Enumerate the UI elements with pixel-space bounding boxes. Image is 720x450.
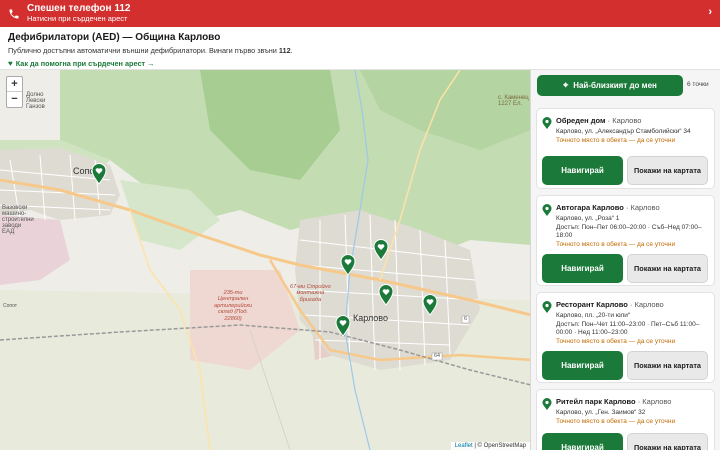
help-link[interactable]: ♥ Как да помогна при сърдечен арест → <box>8 59 712 68</box>
aed-marker[interactable] <box>422 294 438 316</box>
aed-card-details: Карлово, ул. „Александър Стамболийски“ 3… <box>556 128 691 144</box>
show-on-map-button[interactable]: Покажи на картата <box>627 156 708 185</box>
aed-card[interactable]: Ресторант Карлово · Карлово Карлово, пл.… <box>536 292 715 383</box>
chevron-right-icon: › <box>708 6 712 18</box>
phone-icon <box>9 9 19 18</box>
navigate-button[interactable]: Навигирай <box>542 433 623 450</box>
crosshair-icon: ⌖ <box>563 80 569 90</box>
zoom-in-button[interactable]: + <box>7 77 22 92</box>
page-subtitle: Публично достъпни автоматични външни деф… <box>8 46 293 55</box>
map-label-brigade: 67-ми Стройно монтажна бригада <box>290 284 331 303</box>
map-label-factory: Вазовски машино- строителни заводи ЕАД <box>2 205 34 235</box>
aed-card-details: Карлово, пл. „20-ти юли“ Достъп: Пон–Чет… <box>556 312 700 345</box>
aed-marker[interactable] <box>340 254 356 276</box>
aed-marker[interactable] <box>91 163 107 185</box>
leaflet-link[interactable]: Leaflet <box>455 443 473 449</box>
aed-marker[interactable] <box>373 239 389 261</box>
aed-card[interactable]: Ритейл парк Карлово · Карлово Карлово, у… <box>536 389 715 450</box>
emergency-call-banner[interactable]: Спешен телефон 112 Натисни при сърдечен … <box>0 0 720 27</box>
aed-card[interactable]: Автогара Карлово · Карлово Карлово, ул. … <box>536 195 715 286</box>
map-pin-icon <box>542 117 552 129</box>
heart-icon: ♥ <box>8 59 13 68</box>
show-on-map-button[interactable]: Покажи на картата <box>627 433 708 450</box>
navigate-button[interactable]: Навигирай <box>542 351 623 380</box>
aed-card-title: Автогара Карлово · Карлово <box>556 203 660 212</box>
help-link-label: Как да помогна при сърдечен арест → <box>15 59 155 68</box>
aed-card-details: Карлово, ул. „Ген. Заимов“ 32 Точното мя… <box>556 409 676 425</box>
map-label-karlovo: Карлово <box>353 313 388 323</box>
aed-card-title: Ресторант Карлово · Карлово <box>556 300 664 309</box>
aed-card-title: Обреден дом · Карлово <box>556 116 642 125</box>
show-on-map-button[interactable]: Покажи на картата <box>627 351 708 380</box>
map-label-sopot-small: Сопот <box>3 303 18 309</box>
page-title: Дефибрилатори (AED) — Община Карлово <box>8 32 221 43</box>
page-header: Дефибрилатори (AED) — Община Карлово Пуб… <box>0 27 720 70</box>
zoom-control: + − <box>6 76 23 108</box>
map-label-peak: с. Каменец 1227 Ел. <box>498 95 529 107</box>
emergency-subtitle: Натисни при сърдечен арест <box>27 13 128 23</box>
nearest-to-me-button[interactable]: ⌖ Най-близкият до мен <box>537 75 683 96</box>
zoom-out-button[interactable]: − <box>7 92 22 107</box>
road-label-6: 6 <box>464 316 468 322</box>
emergency-title: Спешен телефон 112 <box>27 2 131 14</box>
show-on-map-button[interactable]: Покажи на картата <box>627 254 708 283</box>
map-tiles <box>0 70 530 450</box>
nearest-label: Най-близкият до мен <box>573 81 657 90</box>
navigate-button[interactable]: Навигирай <box>542 254 623 283</box>
map-attribution: Leaflet | © OpenStreetMap <box>450 442 530 450</box>
aed-card[interactable]: Обреден дом · Карлово Карлово, ул. „Алек… <box>536 108 715 189</box>
map-label-village: Долно Левски Ганзов <box>26 92 46 110</box>
osm-attribution[interactable]: | © OpenStreetMap <box>473 443 526 449</box>
road-label-64: 64 <box>434 353 441 359</box>
aed-card-title: Ритейл парк Карлово · Карлово <box>556 397 672 406</box>
map-view[interactable]: Сопот Карлово Долно Левски Ганзов с. Кам… <box>0 70 531 450</box>
aed-marker[interactable] <box>335 315 351 337</box>
aed-marker[interactable] <box>378 284 394 306</box>
map-pin-icon <box>542 301 552 313</box>
points-count: 6 точки <box>687 81 709 88</box>
map-pin-icon <box>542 398 552 410</box>
map-pin-icon <box>542 204 552 216</box>
map-label-depot: 235-ти Централен артилерийски склад (Под… <box>214 290 253 322</box>
aed-card-details: Карлово, ул. „Роза“ 1 Достъп: Пон–Пет 06… <box>556 215 702 248</box>
aed-list-sidebar[interactable]: ⌖ Най-близкият до мен 6 точки Обреден до… <box>531 70 720 450</box>
navigate-button[interactable]: Навигирай <box>542 156 623 185</box>
